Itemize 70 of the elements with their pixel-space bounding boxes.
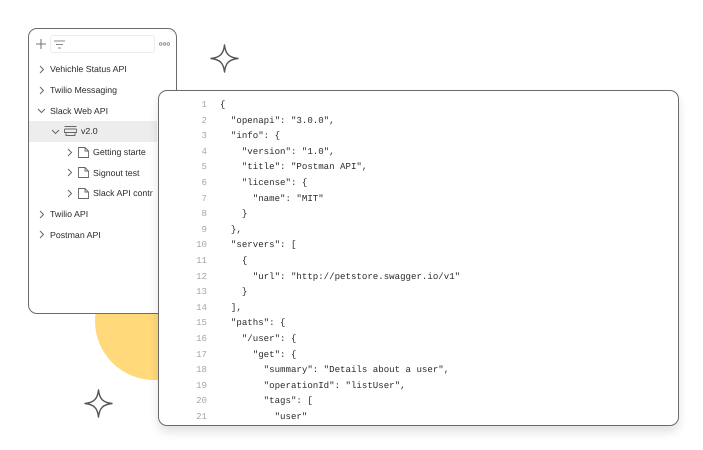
line-number: 17	[195, 348, 207, 362]
chevron-right-icon[interactable]	[37, 86, 46, 95]
code-line: "user"	[274, 410, 308, 424]
document-icon	[78, 146, 89, 158]
code-line: "paths": {	[230, 316, 286, 330]
tree-item[interactable]: Slack Web API	[50, 106, 108, 116]
code-line: "title": "Postman API",	[240, 160, 368, 174]
line-number: 8	[200, 207, 207, 222]
tree-item[interactable]: Signout test	[93, 168, 140, 178]
code-line: "get": {	[252, 348, 298, 362]
line-number: 5	[200, 160, 207, 174]
tree-item[interactable]: Vehichle Status API	[50, 64, 127, 74]
sparkle-icon	[84, 389, 113, 418]
chevron-right-icon[interactable]	[65, 168, 74, 178]
tree-item[interactable]: Twilio API	[50, 209, 88, 220]
line-number: 18	[195, 363, 207, 378]
code-line: }	[240, 207, 248, 222]
line-number: 15	[195, 316, 207, 330]
line-number: 19	[195, 378, 207, 393]
tree-item[interactable]: Slack API contr	[93, 188, 153, 198]
document-icon	[78, 167, 89, 178]
line-number: 6	[200, 176, 207, 190]
code-line: "version": "1.0",	[240, 144, 336, 159]
document-icon	[78, 188, 89, 199]
tree-item[interactable]: Twilio Messaging	[50, 85, 117, 96]
code-line: ],	[230, 300, 243, 315]
code-line: "/user": {	[240, 332, 298, 346]
code-line: },	[230, 222, 243, 237]
code-line: "license": {	[240, 176, 308, 190]
line-number: 21	[195, 410, 207, 424]
chevron-down-icon[interactable]	[51, 126, 60, 136]
plus-icon[interactable]	[36, 39, 46, 49]
chevron-right-icon[interactable]	[65, 148, 74, 157]
line-number: 7	[200, 192, 207, 206]
line-number: 16	[195, 332, 207, 346]
line-number: 11	[195, 254, 207, 268]
tree-item[interactable]: v2.0	[81, 126, 98, 136]
line-number: 4	[200, 144, 207, 159]
layers-icon	[64, 126, 77, 136]
line-number: 20	[195, 394, 207, 408]
line-number: 9	[200, 222, 207, 237]
tree-item[interactable]: Postman API	[50, 230, 101, 240]
code-line: "summary": "Details about a user",	[262, 363, 450, 378]
code-line: "name": "MIT"	[252, 192, 325, 206]
line-number: 1	[200, 98, 207, 112]
more-icon[interactable]	[159, 42, 170, 46]
filter-icon	[54, 40, 65, 48]
code-line: "servers": [	[230, 238, 298, 252]
sparkle-icon	[210, 44, 239, 73]
chevron-right-icon[interactable]	[37, 64, 46, 74]
line-number: 10	[195, 238, 207, 252]
line-number: 13	[195, 285, 207, 300]
code-line: "openapi": "3.0.0",	[230, 114, 336, 128]
chevron-right-icon[interactable]	[37, 230, 46, 240]
code-line: "url": "http://petstore.swagger.io/v1"	[252, 270, 462, 284]
filter-field[interactable]	[50, 35, 155, 53]
code-line: {	[240, 254, 248, 268]
code-line: "tags": [	[262, 394, 314, 408]
chevron-right-icon[interactable]	[37, 210, 46, 219]
chevron-right-icon[interactable]	[65, 188, 74, 198]
line-number: 14	[195, 300, 207, 315]
line-number: 2	[200, 114, 207, 128]
tree-item[interactable]: Getting starte	[93, 147, 146, 158]
line-number: 12	[195, 270, 207, 284]
code-line: }	[240, 285, 248, 300]
code-line: "operationId": "listUser",	[262, 378, 407, 393]
code-line: "info": {	[230, 129, 282, 144]
code-line: {	[220, 98, 226, 112]
chevron-down-icon[interactable]	[37, 106, 46, 116]
line-number: 3	[200, 129, 207, 144]
